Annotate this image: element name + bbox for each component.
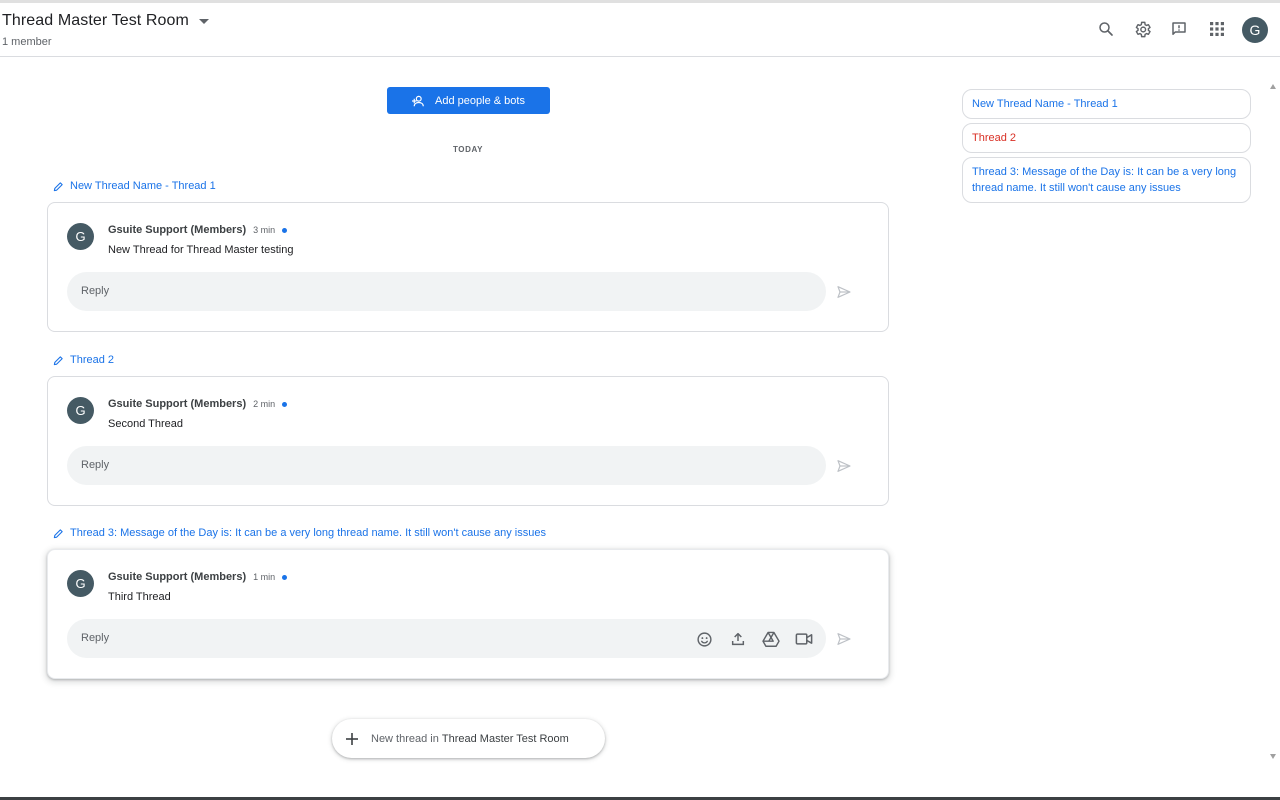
thread-nav-item-2[interactable]: Thread 2 — [962, 123, 1251, 153]
sender-avatar[interactable]: G — [67, 223, 94, 250]
new-thread-button[interactable]: New thread in Thread Master Test Room — [332, 719, 605, 758]
new-thread-room: Thread Master Test Room — [441, 732, 569, 745]
thread-title-2[interactable]: Thread 2 — [53, 354, 114, 366]
message-time: 1 min — [253, 572, 276, 582]
thread-title-3[interactable]: Thread 3: Message of the Day is: It can … — [53, 527, 546, 539]
message-time: 3 min — [253, 225, 276, 235]
drive-icon[interactable] — [754, 629, 787, 649]
new-thread-prefix: New thread in — [371, 732, 439, 745]
sender-avatar[interactable]: G — [67, 570, 94, 597]
room-title: Thread Master Test Room — [2, 12, 189, 29]
search-icon[interactable] — [1094, 17, 1118, 41]
reply-input[interactable]: Reply — [67, 446, 826, 485]
sender-avatar[interactable]: G — [67, 397, 94, 424]
sender-name[interactable]: Gsuite Support (Members) — [108, 398, 246, 410]
thread-nav-item-1[interactable]: New Thread Name - Thread 1 — [962, 89, 1251, 119]
message-text: New Thread for Thread Master testing — [108, 244, 294, 256]
unread-dot-icon — [282, 227, 288, 233]
scrollbar[interactable] — [1266, 57, 1280, 797]
video-icon[interactable] — [787, 629, 820, 649]
scroll-down-arrow-icon[interactable] — [1270, 754, 1276, 759]
message-time: 2 min — [253, 399, 276, 409]
apps-icon[interactable] — [1205, 17, 1229, 41]
pencil-icon — [53, 181, 63, 191]
thread-card-2: G Gsuite Support (Members) 2 min Second … — [47, 376, 889, 506]
plus-icon — [346, 732, 358, 745]
send-icon[interactable] — [836, 284, 852, 300]
message-text: Third Thread — [108, 591, 171, 603]
thread-title-1[interactable]: New Thread Name - Thread 1 — [53, 180, 216, 192]
thread-navigator: New Thread Name - Thread 1 Thread 2 Thre… — [962, 89, 1251, 207]
room-header: Thread Master Test Room 1 member G — [0, 3, 1280, 57]
add-people-label: Add people & bots — [435, 94, 525, 107]
send-icon[interactable] — [836, 631, 852, 647]
member-count: 1 member — [2, 36, 52, 48]
thread-nav-item-3[interactable]: Thread 3: Message of the Day is: It can … — [962, 157, 1251, 203]
settings-icon[interactable] — [1130, 17, 1154, 41]
thread-title-label: New Thread Name - Thread 1 — [70, 180, 216, 192]
reply-input[interactable]: Reply — [67, 272, 826, 311]
message-text: Second Thread — [108, 418, 184, 430]
thread-title-label: Thread 3: Message of the Day is: It can … — [70, 527, 546, 539]
sender-name[interactable]: Gsuite Support (Members) — [108, 224, 246, 236]
reply-placeholder: Reply — [81, 285, 110, 297]
sender-name[interactable]: Gsuite Support (Members) — [108, 571, 246, 583]
reply-placeholder: Reply — [81, 632, 110, 644]
add-people-button[interactable]: Add people & bots — [387, 87, 550, 114]
add-person-icon — [412, 95, 424, 106]
upload-icon[interactable] — [721, 629, 754, 649]
thread-title-label: Thread 2 — [70, 354, 115, 366]
feedback-icon[interactable] — [1167, 17, 1191, 41]
room-title-menu[interactable]: Thread Master Test Room — [2, 12, 209, 30]
reply-input[interactable]: Reply — [67, 619, 826, 658]
date-divider: TODAY — [452, 145, 484, 154]
pencil-icon — [53, 355, 63, 365]
pencil-icon — [53, 528, 63, 538]
reply-placeholder: Reply — [81, 459, 110, 471]
send-icon[interactable] — [836, 458, 852, 474]
unread-dot-icon — [282, 401, 288, 407]
unread-dot-icon — [282, 574, 288, 580]
thread-card-3: G Gsuite Support (Members) 1 min Third T… — [47, 549, 889, 679]
scroll-up-arrow-icon[interactable] — [1270, 84, 1276, 89]
thread-card-1: G Gsuite Support (Members) 3 min New Thr… — [47, 202, 889, 332]
caret-down-icon — [198, 18, 209, 24]
account-avatar[interactable]: G — [1242, 17, 1268, 43]
emoji-icon[interactable] — [688, 629, 721, 649]
